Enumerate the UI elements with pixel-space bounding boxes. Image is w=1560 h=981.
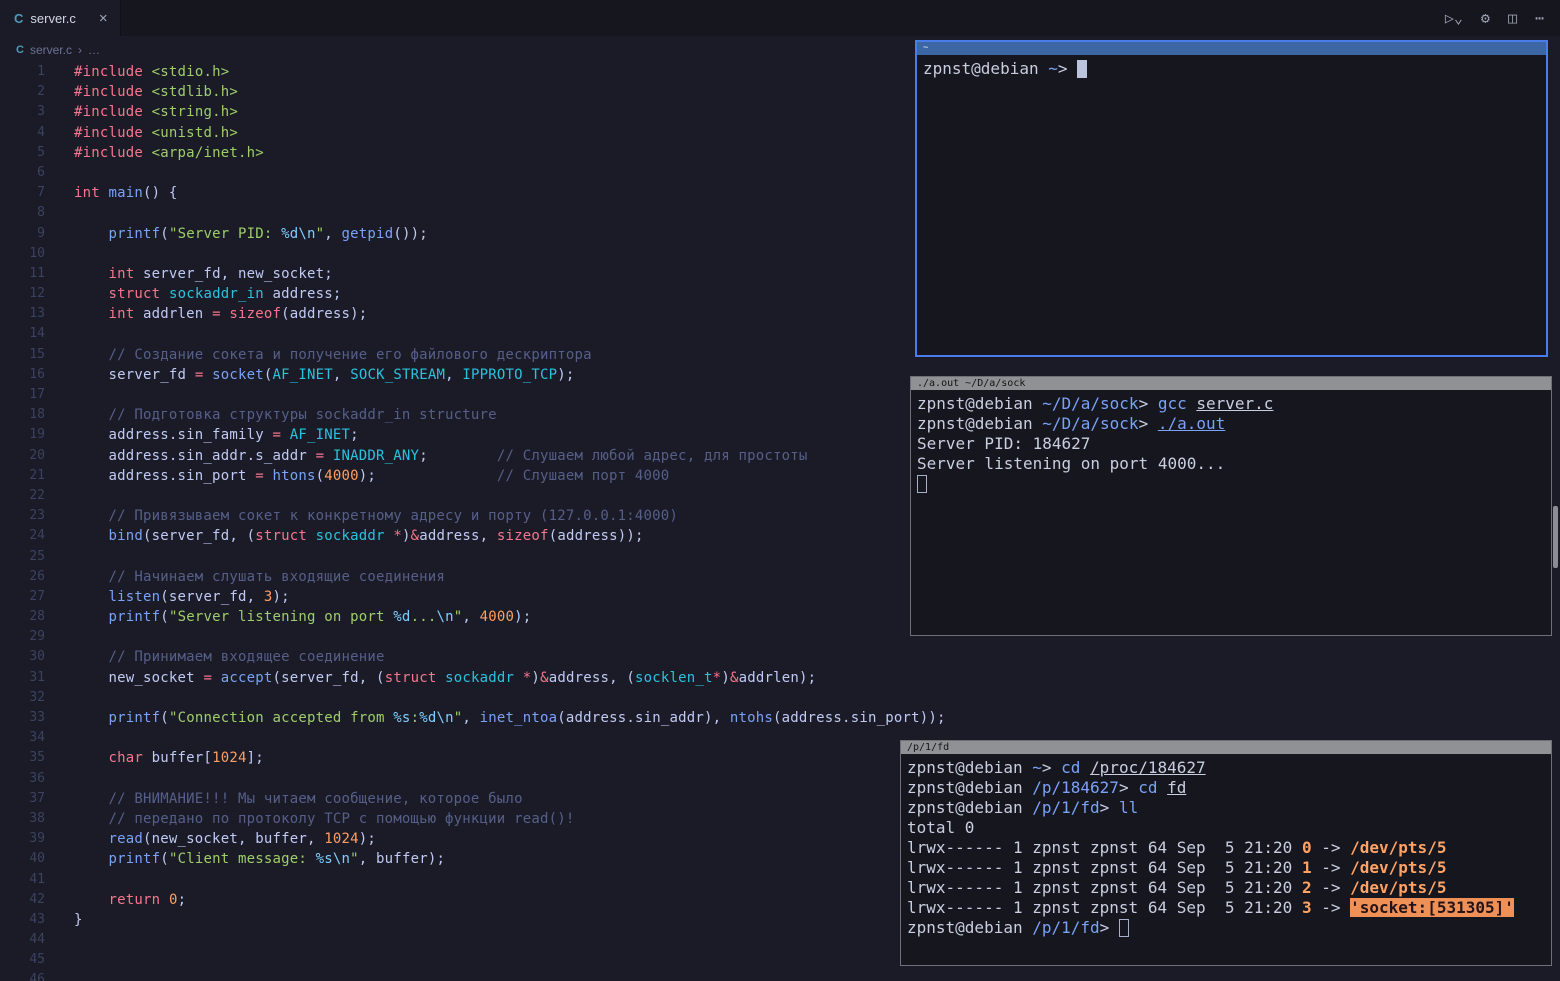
terminal-title-bar[interactable]: /p/1/fd bbox=[901, 741, 1551, 754]
run-button[interactable]: ▷⌄ bbox=[1445, 0, 1463, 36]
code-line[interactable]: new_socket = accept(server_fd, (struct s… bbox=[74, 668, 1560, 688]
line-number[interactable]: 9 bbox=[0, 224, 45, 244]
line-number[interactable]: 33 bbox=[0, 708, 45, 728]
line-number[interactable]: 43 bbox=[0, 910, 45, 930]
terminal-line: Server listening on port 4000... bbox=[917, 454, 1545, 474]
breadcrumb-file[interactable]: server.c bbox=[30, 43, 72, 57]
line-number[interactable]: 5 bbox=[0, 143, 45, 163]
line-number[interactable]: 20 bbox=[0, 446, 45, 466]
line-number[interactable]: 42 bbox=[0, 890, 45, 910]
line-number[interactable]: 16 bbox=[0, 365, 45, 385]
code-line[interactable]: // Принимаем входящее соединение bbox=[74, 647, 1560, 667]
line-number[interactable]: 4 bbox=[0, 123, 45, 143]
terminal-title-bar[interactable]: ./a.out ~/D/a/sock bbox=[911, 377, 1551, 390]
line-number[interactable]: 8 bbox=[0, 203, 45, 223]
terminal-line bbox=[917, 474, 1545, 494]
line-number[interactable]: 10 bbox=[0, 244, 45, 264]
line-number[interactable]: 25 bbox=[0, 547, 45, 567]
terminal-body[interactable]: zpnst@debian ~> cd /proc/184627zpnst@deb… bbox=[901, 754, 1551, 942]
tab-server-c[interactable]: C server.c × bbox=[0, 0, 121, 36]
terminal-line: zpnst@debian ~> bbox=[923, 59, 1540, 79]
line-number[interactable]: 37 bbox=[0, 789, 45, 809]
line-number[interactable]: 28 bbox=[0, 607, 45, 627]
line-number[interactable]: 31 bbox=[0, 668, 45, 688]
terminal-body[interactable]: zpnst@debian ~> bbox=[917, 55, 1546, 83]
terminal-window-shell[interactable]: ~ zpnst@debian ~> bbox=[915, 40, 1548, 357]
settings-gear-icon[interactable]: ⚙ bbox=[1481, 0, 1490, 36]
line-number[interactable]: 6 bbox=[0, 163, 45, 183]
c-language-icon: C bbox=[16, 44, 24, 56]
terminal-title-bar[interactable]: ~ bbox=[917, 42, 1546, 55]
line-number[interactable]: 26 bbox=[0, 567, 45, 587]
split-editor-icon[interactable]: ◫ bbox=[1508, 0, 1517, 36]
line-number[interactable]: 7 bbox=[0, 183, 45, 203]
terminal-line: lrwx------ 1 zpnst zpnst 64 Sep 5 21:20 … bbox=[907, 838, 1545, 858]
code-line[interactable] bbox=[74, 688, 1560, 708]
line-number[interactable]: 21 bbox=[0, 466, 45, 486]
line-number[interactable]: 32 bbox=[0, 688, 45, 708]
line-number[interactable]: 13 bbox=[0, 304, 45, 324]
cursor-hollow bbox=[917, 475, 927, 493]
line-number[interactable]: 27 bbox=[0, 587, 45, 607]
terminal-line: zpnst@debian /p/1/fd> ll bbox=[907, 798, 1545, 818]
terminal-line: total 0 bbox=[907, 818, 1545, 838]
line-number[interactable]: 1 bbox=[0, 62, 45, 82]
line-number[interactable]: 46 bbox=[0, 970, 45, 981]
line-number[interactable]: 35 bbox=[0, 748, 45, 768]
line-number[interactable]: 36 bbox=[0, 769, 45, 789]
line-number[interactable]: 15 bbox=[0, 345, 45, 365]
terminal-body[interactable]: zpnst@debian ~/D/a/sock> gcc server.czpn… bbox=[911, 390, 1551, 498]
line-number[interactable]: 38 bbox=[0, 809, 45, 829]
cursor-block bbox=[1077, 60, 1087, 78]
code-line[interactable]: printf("Connection accepted from %s:%d\n… bbox=[74, 708, 1560, 728]
terminal-line: zpnst@debian /p/1/fd> bbox=[907, 918, 1545, 938]
line-number[interactable]: 2 bbox=[0, 82, 45, 102]
tab-label: server.c bbox=[30, 11, 76, 26]
editor-actions: ▷⌄ ⚙ ◫ ⋯ bbox=[1445, 0, 1560, 36]
close-tab-icon[interactable]: × bbox=[99, 10, 108, 27]
terminal-line: zpnst@debian ~> cd /proc/184627 bbox=[907, 758, 1545, 778]
terminal-line: lrwx------ 1 zpnst zpnst 64 Sep 5 21:20 … bbox=[907, 878, 1545, 898]
line-number[interactable]: 23 bbox=[0, 506, 45, 526]
line-number[interactable]: 34 bbox=[0, 728, 45, 748]
terminal-line: zpnst@debian ~/D/a/sock> ./a.out bbox=[917, 414, 1545, 434]
line-number[interactable]: 45 bbox=[0, 950, 45, 970]
terminal-line: lrwx------ 1 zpnst zpnst 64 Sep 5 21:20 … bbox=[907, 858, 1545, 878]
line-number[interactable]: 12 bbox=[0, 284, 45, 304]
terminal-window-proc-fd[interactable]: /p/1/fd zpnst@debian ~> cd /proc/184627z… bbox=[900, 740, 1552, 966]
cursor-hollow bbox=[1119, 919, 1129, 937]
terminal-window-server-run[interactable]: ./a.out ~/D/a/sock zpnst@debian ~/D/a/so… bbox=[910, 376, 1552, 636]
line-number[interactable]: 22 bbox=[0, 486, 45, 506]
line-number[interactable]: 14 bbox=[0, 324, 45, 344]
editor-scrollbar-thumb[interactable] bbox=[1553, 506, 1558, 568]
terminal-line: zpnst@debian ~/D/a/sock> gcc server.c bbox=[917, 394, 1545, 414]
line-number[interactable]: 19 bbox=[0, 425, 45, 445]
line-number[interactable]: 24 bbox=[0, 526, 45, 546]
terminal-line: lrwx------ 1 zpnst zpnst 64 Sep 5 21:20 … bbox=[907, 898, 1545, 918]
breadcrumb-separator-icon: › bbox=[78, 43, 82, 57]
line-number[interactable]: 18 bbox=[0, 405, 45, 425]
line-number[interactable]: 39 bbox=[0, 829, 45, 849]
line-number[interactable]: 11 bbox=[0, 264, 45, 284]
code-line[interactable] bbox=[74, 970, 1560, 981]
breadcrumb-more[interactable]: … bbox=[88, 43, 100, 57]
line-number[interactable]: 30 bbox=[0, 647, 45, 667]
line-number[interactable]: 44 bbox=[0, 930, 45, 950]
line-number[interactable]: 41 bbox=[0, 870, 45, 890]
tab-bar: C server.c × ▷⌄ ⚙ ◫ ⋯ bbox=[0, 0, 1560, 36]
line-numbers[interactable]: 1234567891011121314151617181920212223242… bbox=[0, 62, 45, 981]
line-number[interactable]: 17 bbox=[0, 385, 45, 405]
more-actions-icon[interactable]: ⋯ bbox=[1535, 0, 1544, 36]
line-number[interactable]: 29 bbox=[0, 627, 45, 647]
line-number[interactable]: 3 bbox=[0, 102, 45, 122]
line-number[interactable]: 40 bbox=[0, 849, 45, 869]
terminal-line: zpnst@debian /p/184627> cd fd bbox=[907, 778, 1545, 798]
c-language-icon: C bbox=[14, 11, 23, 26]
terminal-line: Server PID: 184627 bbox=[917, 434, 1545, 454]
breadcrumb[interactable]: C server.c › … bbox=[16, 40, 100, 60]
